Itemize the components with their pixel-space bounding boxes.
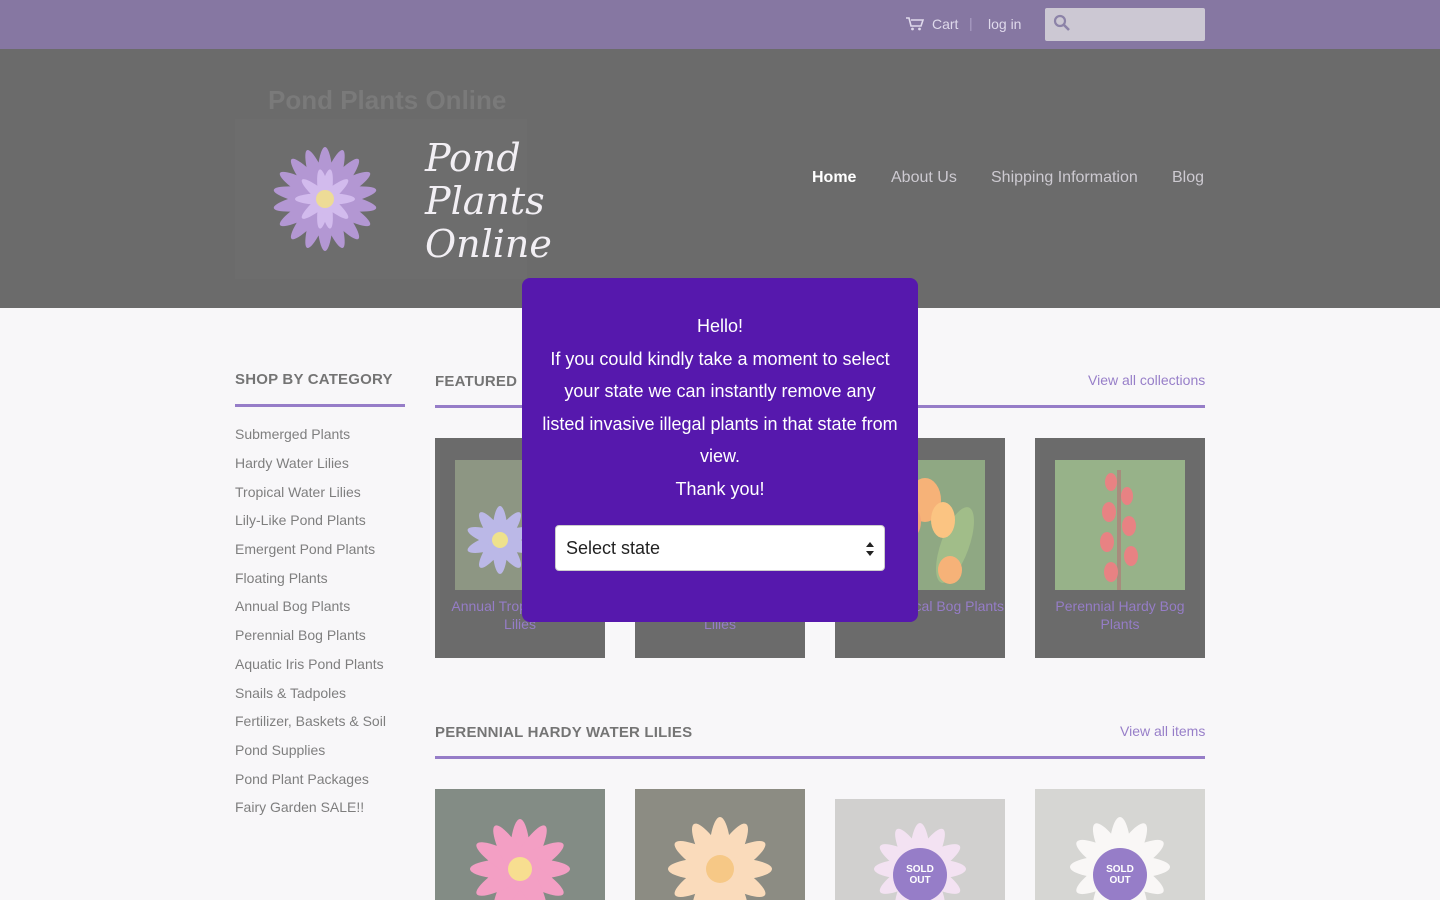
modal-greeting: Hello!	[696, 316, 744, 336]
select-arrows-icon	[866, 542, 874, 556]
state-select-value: Select state	[566, 538, 661, 558]
modal-body: If you could kindly take a moment to sel…	[542, 348, 898, 467]
state-select-modal: Hello! If you could kindly take a moment…	[522, 278, 918, 622]
modal-message: Hello! If you could kindly take a moment…	[542, 310, 898, 505]
state-select[interactable]: Select state	[555, 525, 885, 571]
modal-thanks: Thank you!	[675, 478, 765, 499]
